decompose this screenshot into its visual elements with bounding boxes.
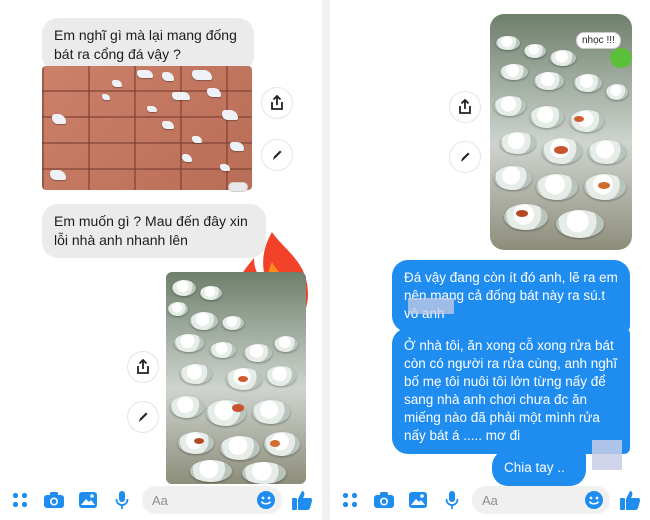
edit-button[interactable] <box>128 402 158 432</box>
menu-button[interactable] <box>336 486 364 514</box>
gallery-button[interactable] <box>74 486 102 514</box>
message-composer: Aa <box>330 480 650 520</box>
image-icon <box>79 492 97 508</box>
right-conversation-panel: nhọc !!! Đá vậy đang còn ít đó anh, lẽ r… <box>330 0 650 520</box>
share-icon <box>137 359 149 374</box>
dirty-dishes-photo[interactable]: nhọc !!! <box>490 14 632 250</box>
camera-icon <box>374 492 394 508</box>
share-button[interactable] <box>262 88 292 118</box>
share-icon <box>271 95 283 110</box>
dots-grid-icon <box>12 492 28 508</box>
frog-sticker-icon <box>610 48 632 68</box>
outgoing-message[interactable]: Đá vậy đang còn ít đó anh, lẽ ra em nên … <box>392 260 630 332</box>
redacted-avatar <box>592 440 622 470</box>
microphone-icon <box>115 491 129 509</box>
microphone-icon <box>445 491 459 509</box>
panel-divider <box>322 0 330 520</box>
pencil-icon <box>461 152 470 162</box>
broken-bowls-photo[interactable] <box>42 66 252 190</box>
redacted-text <box>408 298 454 314</box>
thumbs-up-icon <box>292 491 313 510</box>
emoji-button[interactable] <box>256 490 276 513</box>
incoming-message[interactable]: Em nghĩ gì mà lại mang đống bát ra cổng … <box>42 18 254 72</box>
thumbs-up-icon <box>620 491 641 510</box>
camera-button[interactable] <box>370 486 398 514</box>
smiley-icon <box>257 491 275 509</box>
like-button[interactable] <box>616 486 644 514</box>
message-input[interactable]: Aa <box>472 486 610 514</box>
mic-button[interactable] <box>108 486 136 514</box>
sticker-caption: nhọc !!! <box>576 32 621 49</box>
like-button[interactable] <box>288 486 316 514</box>
dots-grid-icon <box>342 492 358 508</box>
seen-indicator-icon <box>228 182 248 192</box>
message-input-placeholder: Aa <box>152 492 168 508</box>
pencil-icon <box>139 412 148 422</box>
dirty-dishes-photo[interactable] <box>166 272 306 484</box>
share-icon <box>459 99 471 114</box>
share-button[interactable] <box>450 92 480 122</box>
camera-icon <box>44 492 64 508</box>
message-composer: Aa <box>0 480 322 520</box>
left-conversation-panel: Em nghĩ gì mà lại mang đống bát ra cổng … <box>0 0 322 520</box>
share-button[interactable] <box>128 352 158 382</box>
camera-button[interactable] <box>40 486 68 514</box>
menu-button[interactable] <box>6 486 34 514</box>
edit-button[interactable] <box>262 140 292 170</box>
message-input[interactable]: Aa <box>142 486 282 514</box>
gallery-button[interactable] <box>404 486 432 514</box>
image-icon <box>409 492 427 508</box>
pencil-icon <box>273 150 282 160</box>
mic-button[interactable] <box>438 486 466 514</box>
outgoing-message[interactable]: Ở nhà tôi, ăn xong cỗ xong rửa bát còn c… <box>392 328 630 454</box>
edit-button[interactable] <box>450 142 480 172</box>
message-input-placeholder: Aa <box>482 492 498 508</box>
smiley-icon <box>585 491 603 509</box>
emoji-button[interactable] <box>584 490 604 513</box>
